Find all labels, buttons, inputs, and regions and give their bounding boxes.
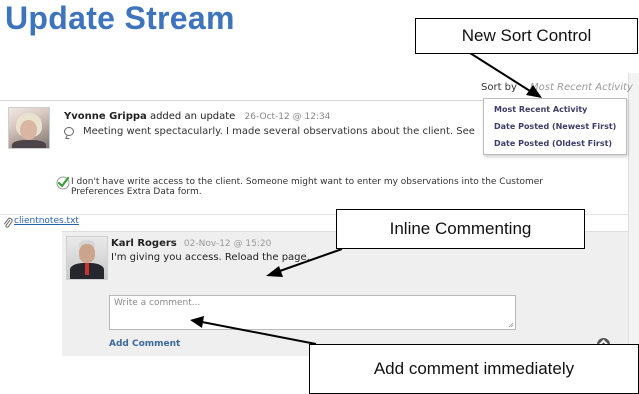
sort-option-most-recent[interactable]: Most Recent Activity [494, 105, 587, 114]
avatar[interactable] [66, 236, 108, 280]
sort-dropdown: Most Recent Activity Date Posted (Newest… [483, 98, 627, 155]
comment-header: Karl Rogers 02-Nov-12 @ 15:20 [111, 238, 271, 249]
sort-selected-value[interactable]: Most Recent Activity [530, 82, 633, 93]
post-header: Yvonne Grippa added an update 26-Oct-12 … [64, 111, 330, 122]
post-action: added an update [149, 111, 236, 122]
comment-author[interactable]: Karl Rogers [111, 238, 177, 249]
comment-body: I'm giving you access. Reload the page. [111, 252, 310, 263]
post-note: I don't have write access to the client.… [71, 177, 544, 197]
comment-input[interactable] [109, 295, 516, 330]
sort-by-label: Sort by [481, 82, 517, 93]
checkmark-icon [56, 176, 70, 190]
post-date: 26-Oct-12 @ 12:34 [244, 112, 331, 122]
resize-grip-icon[interactable] [508, 322, 514, 328]
avatar[interactable] [8, 107, 50, 149]
speech-bubble-icon [64, 127, 74, 136]
callout-new-sort-control: New Sort Control [415, 18, 638, 54]
sort-bar: Sort by Most Recent Activity [0, 73, 633, 101]
comment-date: 02-Nov-12 @ 15:20 [183, 239, 272, 249]
paperclip-icon [3, 217, 13, 228]
page-title: Update Stream [5, 0, 235, 36]
sort-option-oldest-first[interactable]: Date Posted (Oldest First) [494, 139, 612, 148]
sort-option-newest-first[interactable]: Date Posted (Newest First) [494, 122, 616, 131]
attachment-link[interactable]: clientnotes.txt [14, 216, 79, 226]
scrollbar[interactable] [628, 73, 639, 355]
callout-inline-commenting: Inline Commenting [336, 209, 585, 249]
callout-add-comment-immediately: Add comment immediately [309, 344, 639, 394]
post-body: Meeting went spectacularly. I made sever… [83, 126, 475, 137]
add-comment-button[interactable]: Add Comment [109, 339, 180, 349]
comment-thread [62, 231, 628, 356]
post-author[interactable]: Yvonne Grippa [64, 111, 147, 122]
